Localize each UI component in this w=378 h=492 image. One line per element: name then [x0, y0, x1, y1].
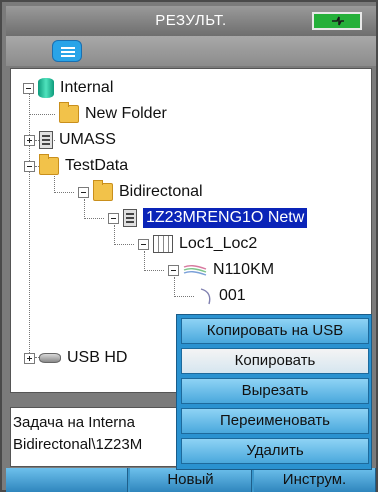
collapse-icon[interactable] — [23, 82, 34, 94]
trace-icon — [183, 263, 207, 277]
tree-node-label: 001 — [219, 287, 246, 304]
drive-icon — [39, 131, 53, 149]
folder-icon — [93, 180, 113, 201]
database-icon — [38, 78, 54, 98]
tree-node-internal[interactable]: Internal — [23, 75, 113, 101]
tree-node-loc1-loc2[interactable]: Loc1_Loc2 — [138, 231, 257, 257]
title-bar: РЕЗУЛЬТ. — [6, 6, 376, 36]
tools-button[interactable]: Инструм. — [254, 468, 376, 492]
bottom-toolbar: Новый Инструм. — [6, 468, 376, 492]
tree-node-label: 1Z23MRENG1O Netw — [143, 208, 308, 228]
tree-node-001[interactable]: 001 — [199, 283, 246, 309]
tree-node-bidirectonal[interactable]: Bidirectonal — [78, 179, 203, 205]
toolbar-button-blank[interactable] — [6, 468, 128, 492]
tree-node-label: Bidirectonal — [119, 183, 203, 200]
menu-item-rename[interactable]: Переименовать — [181, 408, 369, 434]
menu-item-delete[interactable]: Удалить — [181, 438, 369, 464]
new-button[interactable]: Новый — [130, 468, 252, 492]
folder-icon — [39, 154, 59, 175]
menu-item-copy-to-usb[interactable]: Копировать на USB — [181, 318, 369, 344]
tree-node-testdata[interactable]: TestData — [24, 153, 128, 179]
collapse-icon[interactable] — [108, 212, 119, 224]
tree-node-n110km[interactable]: N110KM — [168, 257, 274, 283]
task-line-1: Задача на Interna — [13, 414, 135, 431]
menu-icon[interactable] — [52, 40, 82, 62]
tree-node-label: UMASS — [59, 131, 116, 148]
tree-node-label: New Folder — [85, 105, 167, 122]
expand-icon[interactable] — [24, 352, 35, 364]
tree-node-label: USB HD — [67, 349, 128, 366]
menu-bar — [6, 36, 376, 66]
tree-node-usb-hd[interactable]: USB HD — [24, 345, 127, 371]
expand-icon[interactable] — [24, 134, 35, 146]
task-line-2: Bidirectonal\1Z23M — [13, 436, 143, 453]
tree-node-umass[interactable]: UMASS — [24, 127, 116, 153]
battery-plug-icon — [312, 12, 362, 30]
collapse-icon[interactable] — [168, 264, 179, 276]
drive-icon — [123, 209, 137, 227]
collapse-icon[interactable] — [138, 238, 149, 250]
collapse-icon[interactable] — [78, 186, 89, 198]
tree-node-label: TestData — [65, 157, 129, 174]
tree-node-label: Loc1_Loc2 — [179, 235, 258, 252]
folder-icon — [59, 102, 79, 123]
collapse-icon[interactable] — [24, 160, 35, 172]
menu-item-cut[interactable]: Вырезать — [181, 378, 369, 404]
app-window: РЕЗУЛЬТ. Internal New Folder UMASS TestD… — [0, 0, 378, 492]
tree-node-label: Internal — [60, 79, 114, 96]
tree-node-new-folder[interactable]: New Folder — [59, 101, 167, 127]
tree-node-1z23mreng1o[interactable]: 1Z23MRENG1O Netw — [108, 205, 308, 231]
context-menu: Копировать на USB Копировать Вырезать Пе… — [176, 314, 372, 470]
curve-icon — [199, 287, 213, 305]
usb-drive-icon — [39, 353, 61, 363]
location-icon — [153, 235, 173, 253]
menu-item-copy[interactable]: Копировать — [181, 348, 369, 374]
tree-node-label: N110KM — [213, 261, 275, 278]
